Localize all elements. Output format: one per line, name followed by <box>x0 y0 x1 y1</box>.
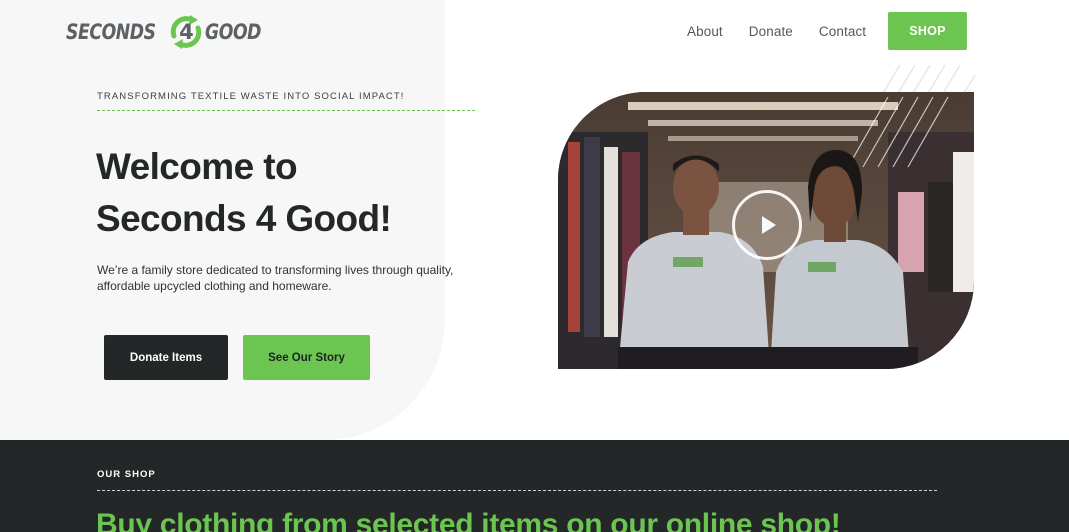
hero-headline-line1: Welcome to <box>96 146 298 187</box>
play-icon[interactable] <box>732 190 802 260</box>
nav-link-about[interactable]: About <box>687 24 723 39</box>
hero-headline-line2: Seconds 4 Good! <box>96 198 392 239</box>
logo-word-good: GOOD <box>205 20 262 44</box>
hero-description: We’re a family store dedicated to transf… <box>97 263 454 293</box>
recycle-arrows-icon: 4 <box>168 14 204 50</box>
shop-eyebrow: OUR SHOP <box>97 469 156 480</box>
shop-button[interactable]: SHOP <box>888 12 967 50</box>
shop-divider <box>97 490 937 491</box>
shop-title: Buy clothing from selected items on our … <box>96 508 841 532</box>
hero-eyebrow: TRANSFORMING TEXTILE WASTE INTO SOCIAL I… <box>97 91 405 102</box>
donate-items-button[interactable]: Donate Items <box>104 335 228 380</box>
main-nav: About Donate Contact <box>687 24 866 39</box>
logo-word-seconds: SECONDS <box>66 20 156 44</box>
nav-link-contact[interactable]: Contact <box>819 24 866 39</box>
play-triangle-icon <box>762 216 776 234</box>
site-logo[interactable]: SECONDS 4 GOOD <box>66 13 274 51</box>
logo-number: 4 <box>179 20 194 44</box>
hero-eyebrow-divider <box>97 110 475 111</box>
see-our-story-button[interactable]: See Our Story <box>243 335 370 380</box>
nav-link-donate[interactable]: Donate <box>749 24 793 39</box>
hero-headline: Welcome to Seconds 4 Good! <box>96 141 392 245</box>
our-shop-section: OUR SHOP Buy clothing from selected item… <box>0 440 1069 532</box>
